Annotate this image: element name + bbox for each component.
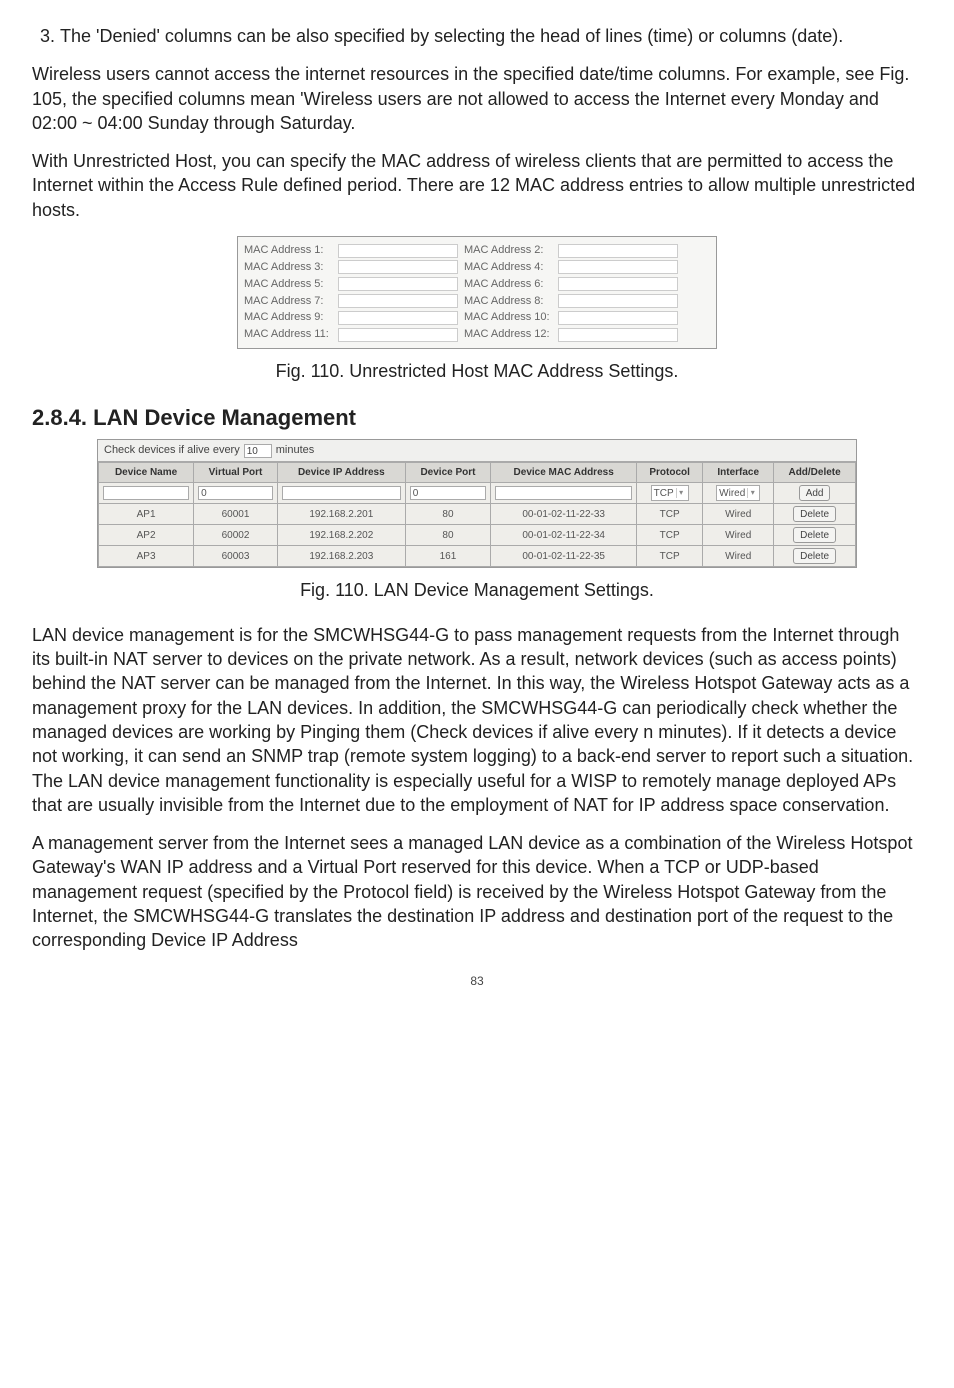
column-header: Add/Delete <box>774 462 856 483</box>
mac-input[interactable] <box>558 311 678 325</box>
column-header: Device Port <box>405 462 491 483</box>
column-header: Protocol <box>637 462 703 483</box>
protocol-value: TCP <box>654 487 674 501</box>
mac-input[interactable] <box>558 277 678 291</box>
mac-row: MAC Address 7: MAC Address 8: <box>244 294 710 309</box>
column-header: Device Name <box>99 462 194 483</box>
cell-mac: 00-01-02-11-22-35 <box>491 546 637 567</box>
check-devices-label-pre: Check devices if alive every <box>104 443 240 458</box>
paragraph: Wireless users cannot access the interne… <box>32 62 922 135</box>
check-devices-label-post: minutes <box>276 443 315 458</box>
cell-iface: Wired <box>703 504 774 525</box>
table-header-row: Device Name Virtual Port Device IP Addre… <box>99 462 856 483</box>
cell-vport: 60001 <box>194 504 278 525</box>
delete-button[interactable]: Delete <box>793 527 836 543</box>
mac-label: MAC Address 1: <box>244 243 332 258</box>
cell-vport: 60002 <box>194 525 278 546</box>
virtual-port-input[interactable]: 0 <box>198 486 273 500</box>
mac-address-figure: MAC Address 1: MAC Address 2: MAC Addres… <box>237 236 717 349</box>
mac-label: MAC Address 7: <box>244 294 332 309</box>
delete-button[interactable]: Delete <box>793 506 836 522</box>
check-devices-row: Check devices if alive every 10 minutes <box>98 440 856 462</box>
mac-input[interactable] <box>338 311 458 325</box>
cell-dport: 161 <box>405 546 491 567</box>
interface-select[interactable]: Wired ▾ <box>716 485 760 501</box>
mac-label: MAC Address 9: <box>244 310 332 325</box>
cell-mac: 00-01-02-11-22-34 <box>491 525 637 546</box>
lan-device-figure: Check devices if alive every 10 minutes … <box>97 439 857 568</box>
figure-caption: Fig. 110. Unrestricted Host MAC Address … <box>32 359 922 383</box>
mac-label: MAC Address 5: <box>244 277 332 292</box>
chevron-down-icon: ▾ <box>676 488 686 498</box>
mac-input[interactable] <box>558 328 678 342</box>
figure-caption: Fig. 110. LAN Device Management Settings… <box>32 578 922 602</box>
mac-label: MAC Address 11: <box>244 327 332 342</box>
mac-input[interactable] <box>558 294 678 308</box>
mac-row: MAC Address 9: MAC Address 10: <box>244 310 710 325</box>
mac-label: MAC Address 6: <box>464 277 552 292</box>
mac-label: MAC Address 10: <box>464 310 552 325</box>
cell-iface: Wired <box>703 546 774 567</box>
table-row: AP3 60003 192.168.2.203 161 00-01-02-11-… <box>99 546 856 567</box>
cell-dport: 80 <box>405 525 491 546</box>
cell-ip: 192.168.2.203 <box>277 546 405 567</box>
table-row-new: 0 0 TCP ▾ Wired ▾ Add <box>99 483 856 504</box>
device-name-input[interactable] <box>103 486 189 500</box>
page-number: 83 <box>32 973 922 989</box>
column-header: Interface <box>703 462 774 483</box>
cell-vport: 60003 <box>194 546 278 567</box>
table-row: AP2 60002 192.168.2.202 80 00-01-02-11-2… <box>99 525 856 546</box>
mac-row: MAC Address 5: MAC Address 6: <box>244 277 710 292</box>
device-mac-input[interactable] <box>495 486 632 500</box>
mac-input[interactable] <box>338 328 458 342</box>
mac-input[interactable] <box>338 294 458 308</box>
mac-row: MAC Address 1: MAC Address 2: <box>244 243 710 258</box>
protocol-select[interactable]: TCP ▾ <box>651 485 689 501</box>
cell-iface: Wired <box>703 525 774 546</box>
cell-mac: 00-01-02-11-22-33 <box>491 504 637 525</box>
mac-label: MAC Address 4: <box>464 260 552 275</box>
cell-ip: 192.168.2.201 <box>277 504 405 525</box>
check-interval-input[interactable]: 10 <box>244 444 272 458</box>
add-button[interactable]: Add <box>799 485 831 501</box>
paragraph: With Unrestricted Host, you can specify … <box>32 149 922 222</box>
cell-name: AP2 <box>99 525 194 546</box>
mac-label: MAC Address 2: <box>464 243 552 258</box>
cell-proto: TCP <box>637 525 703 546</box>
device-port-input[interactable]: 0 <box>410 486 487 500</box>
numbered-list: The 'Denied' columns can be also specifi… <box>32 24 922 48</box>
mac-input[interactable] <box>558 260 678 274</box>
cell-dport: 80 <box>405 504 491 525</box>
paragraph: LAN device management is for the SMCWHSG… <box>32 623 922 817</box>
mac-label: MAC Address 12: <box>464 327 552 342</box>
cell-ip: 192.168.2.202 <box>277 525 405 546</box>
column-header: Device IP Address <box>277 462 405 483</box>
section-heading: 2.8.4. LAN Device Management <box>32 403 922 433</box>
mac-row: MAC Address 11: MAC Address 12: <box>244 327 710 342</box>
cell-proto: TCP <box>637 504 703 525</box>
paragraph: A management server from the Internet se… <box>32 831 922 952</box>
interface-value: Wired <box>719 487 745 501</box>
column-header: Virtual Port <box>194 462 278 483</box>
mac-input[interactable] <box>338 244 458 258</box>
mac-label: MAC Address 3: <box>244 260 332 275</box>
cell-name: AP1 <box>99 504 194 525</box>
chevron-down-icon: ▾ <box>747 488 757 498</box>
device-ip-input[interactable] <box>282 486 401 500</box>
lan-device-table: Device Name Virtual Port Device IP Addre… <box>98 462 856 568</box>
mac-row: MAC Address 3: MAC Address 4: <box>244 260 710 275</box>
delete-button[interactable]: Delete <box>793 548 836 564</box>
cell-name: AP3 <box>99 546 194 567</box>
column-header: Device MAC Address <box>491 462 637 483</box>
cell-proto: TCP <box>637 546 703 567</box>
list-item-3: The 'Denied' columns can be also specifi… <box>60 24 922 48</box>
table-row: AP1 60001 192.168.2.201 80 00-01-02-11-2… <box>99 504 856 525</box>
mac-input[interactable] <box>558 244 678 258</box>
mac-input[interactable] <box>338 260 458 274</box>
mac-label: MAC Address 8: <box>464 294 552 309</box>
mac-input[interactable] <box>338 277 458 291</box>
